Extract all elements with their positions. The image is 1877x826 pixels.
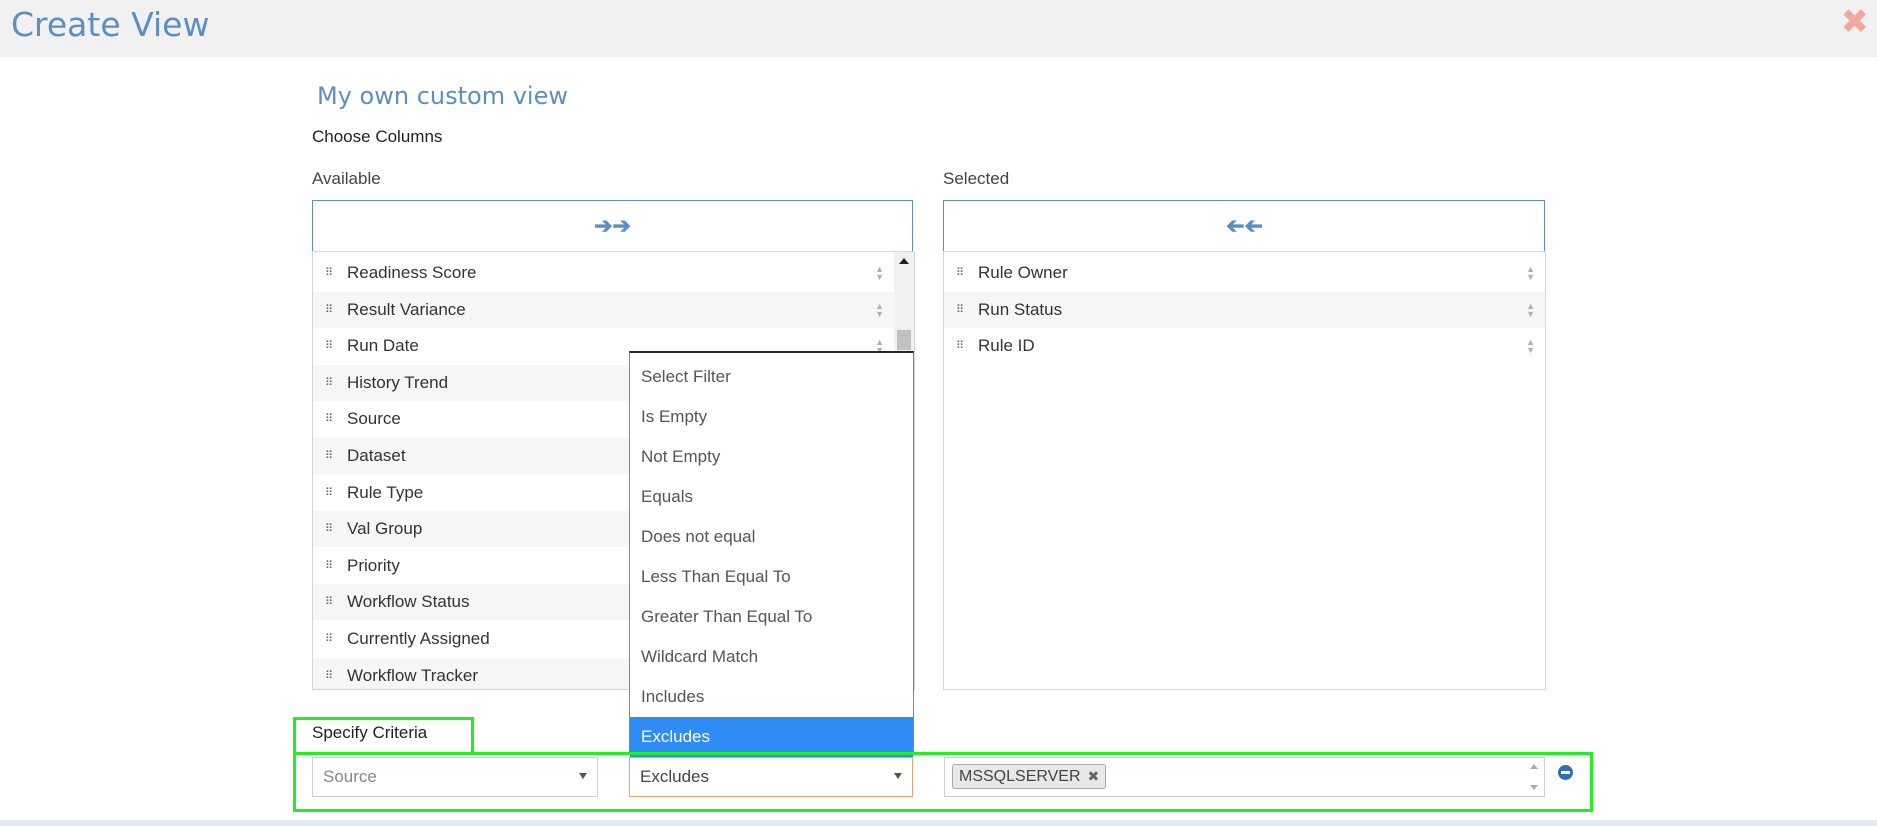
- move-left-button[interactable]: ➔➔: [943, 200, 1545, 252]
- close-icon[interactable]: ✖: [1841, 5, 1870, 39]
- sort-icon[interactable]: ▲▼: [1526, 265, 1535, 282]
- criteria-value-field[interactable]: MSSQLSERVER ✖: [944, 757, 1545, 797]
- drag-handle-icon[interactable]: ⠿: [325, 634, 333, 645]
- filter-option[interactable]: Excludes: [630, 717, 913, 757]
- list-item-label: History Trend: [347, 372, 449, 392]
- filter-option[interactable]: Is Empty: [630, 397, 913, 437]
- list-item-label: Run Status: [978, 299, 1063, 319]
- list-item-label: Val Group: [347, 519, 423, 539]
- drag-handle-icon[interactable]: ⠿: [325, 560, 333, 571]
- filter-option[interactable]: Select Filter: [630, 357, 913, 397]
- scroll-up-arrow[interactable]: [899, 258, 909, 264]
- double-arrow-right-icon: ➔➔: [594, 213, 631, 238]
- criteria-operator-value: Excludes: [640, 767, 709, 786]
- list-item-label: Dataset: [347, 446, 406, 465]
- filter-option[interactable]: Does not equal: [630, 517, 913, 557]
- list-item-label: Result Variance: [347, 299, 466, 319]
- sort-icon[interactable]: ▲▼: [1526, 301, 1535, 318]
- filter-option[interactable]: Wildcard Match: [630, 637, 913, 677]
- available-label: Available: [312, 169, 381, 188]
- selected-label: Selected: [943, 169, 1010, 188]
- value-tag: MSSQLSERVER ✖: [952, 764, 1107, 789]
- sort-icon[interactable]: ▲▼: [1526, 338, 1535, 355]
- criteria-column-select[interactable]: Source: [312, 757, 598, 797]
- list-item[interactable]: ⠿ Rule Owner ▲ ▼: [944, 255, 1545, 291]
- list-item[interactable]: ⠿ Rule ID ▲ ▼: [944, 328, 1545, 364]
- chevron-down-icon: [579, 773, 587, 779]
- scroll-thumb[interactable]: [897, 330, 911, 350]
- spin-down-icon[interactable]: [1530, 785, 1538, 790]
- list-item-label: Workflow Status: [347, 592, 470, 612]
- list-item-label: Rule Type: [347, 482, 424, 502]
- list-item[interactable]: ⠿ Result Variance ▲ ▼: [313, 291, 894, 328]
- drag-handle-icon[interactable]: ⠿: [325, 341, 333, 352]
- list-item-label: Priority: [347, 555, 400, 575]
- drag-handle-icon[interactable]: ⠿: [956, 304, 964, 315]
- dialog-title: Create View: [11, 5, 210, 44]
- footer-divider: [0, 820, 1877, 826]
- filter-dropdown[interactable]: Select Filter Is Empty Not Empty Equals Does…: [629, 351, 914, 757]
- criteria-operator-select[interactable]: Excludes: [629, 757, 913, 797]
- drag-handle-icon[interactable]: ⠿: [956, 268, 964, 279]
- dialog-header: Create View ✖: [0, 0, 1877, 57]
- list-item-label: Rule Owner: [978, 263, 1068, 282]
- chevron-down-icon: [894, 773, 902, 779]
- spin-up-icon[interactable]: [1530, 764, 1538, 769]
- list-item-label: Source: [347, 409, 401, 429]
- drag-handle-icon[interactable]: ⠿: [325, 670, 333, 681]
- list-item-label: Workflow Tracker: [347, 665, 478, 685]
- value-tag-label: MSSQLSERVER: [959, 767, 1081, 785]
- move-right-button[interactable]: ➔➔: [312, 200, 913, 252]
- list-item-label: Readiness Score: [347, 263, 477, 282]
- selected-list[interactable]: ⠿ Rule Owner ▲ ▼ ⠿ Run Status ▲ ▼ ⠿ Rule ID ▲ ▼: [943, 251, 1546, 690]
- filter-option[interactable]: Greater Than Equal To: [630, 597, 913, 637]
- double-arrow-left-icon: ➔➔: [1225, 213, 1263, 238]
- specify-criteria-label: Specify Criteria: [312, 723, 428, 742]
- drag-handle-icon[interactable]: ⠿: [325, 451, 333, 462]
- drag-handle-icon[interactable]: ⠿: [956, 341, 964, 352]
- filter-option[interactable]: Not Empty: [630, 437, 913, 477]
- filter-option[interactable]: Less Than Equal To: [630, 557, 913, 597]
- drag-handle-icon[interactable]: ⠿: [325, 304, 333, 315]
- drag-handle-icon[interactable]: ⠿: [325, 597, 333, 608]
- filter-option[interactable]: Includes: [630, 677, 913, 717]
- list-item[interactable]: ⠿ Readiness Score ▲ ▼: [313, 255, 894, 291]
- sort-icon[interactable]: ▲▼: [875, 265, 884, 282]
- list-item-label: Rule ID: [978, 336, 1035, 356]
- filter-option[interactable]: Equals: [630, 477, 913, 517]
- criteria-column-value: Source: [323, 767, 377, 786]
- list-item-label: Run Date: [347, 336, 419, 356]
- sort-icon[interactable]: ▲▼: [875, 301, 884, 318]
- list-item-label: Currently Assigned: [347, 629, 490, 648]
- choose-columns-label: Choose Columns: [312, 127, 443, 146]
- view-name: My own custom view: [317, 82, 568, 110]
- drag-handle-icon[interactable]: ⠿: [325, 524, 333, 535]
- remove-criteria-button[interactable]: [1558, 765, 1573, 780]
- drag-handle-icon[interactable]: ⠿: [325, 377, 333, 388]
- drag-handle-icon[interactable]: ⠿: [325, 268, 333, 279]
- remove-tag-icon[interactable]: ✖: [1088, 768, 1100, 785]
- list-item[interactable]: ⠿ Run Status ▲ ▼: [944, 291, 1545, 328]
- drag-handle-icon[interactable]: ⠿: [325, 487, 333, 498]
- drag-handle-icon[interactable]: ⠿: [325, 414, 333, 425]
